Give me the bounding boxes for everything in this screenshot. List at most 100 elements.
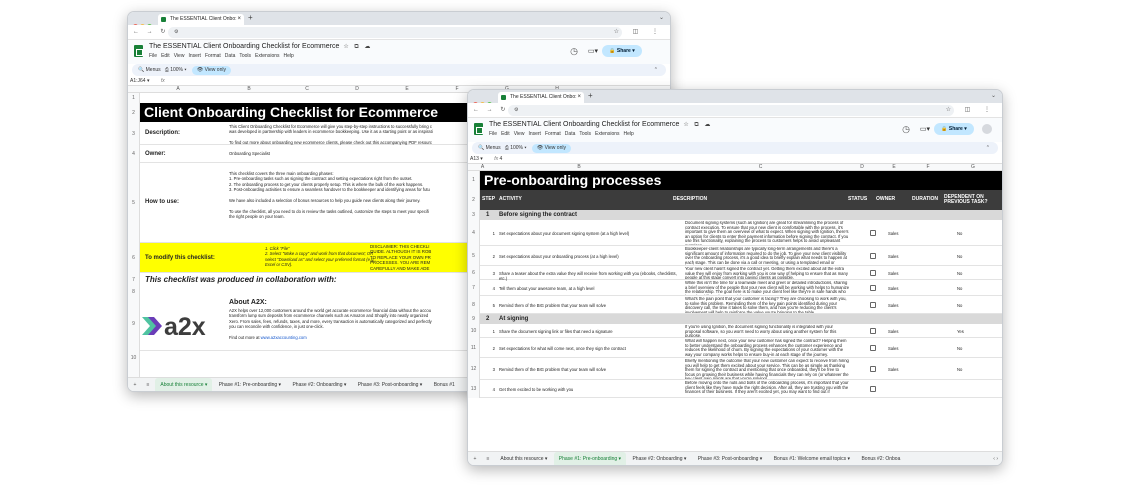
table-row[interactable]: 1 Set expectations about your document si… [480,220,1002,246]
collapse-icon[interactable]: ⌃ [654,64,658,76]
menu-item[interactable]: Edit [161,53,170,59]
sheet-tab[interactable]: Phase #3: Post-onboarding ▾ [693,452,768,465]
close-tab-icon[interactable]: × [577,92,581,103]
menu-item[interactable]: Extensions [255,53,279,59]
row-number[interactable]: 4 [468,220,480,246]
sheet-scroll-arrows[interactable]: ‹ › [989,452,998,465]
tab-search-icon[interactable]: ⌄ [659,14,664,21]
row-number[interactable]: 9 [128,297,140,351]
history-icon[interactable]: ◷ [902,124,910,135]
status-checkbox[interactable] [870,302,876,308]
nav-buttons[interactable]: ← → ↻ [473,106,508,113]
meet-icon[interactable]: ▭▾ [920,125,930,133]
table-row[interactable]: 4 Tell them about your awesome team, at a… [480,280,1002,296]
browser-tab[interactable]: The ESSENTIAL Client Onbo: × [158,14,244,25]
url-field[interactable]: ⚙ [508,105,954,116]
row-number[interactable]: 4 [128,145,140,163]
row-number[interactable]: 11 [468,338,480,358]
sheet-tab[interactable]: Phase #3: Post-onboarding ▾ [353,378,428,391]
row-number[interactable]: 5 [468,246,480,266]
menu-item[interactable]: Insert [528,131,541,137]
sheets-logo-icon[interactable] [474,123,483,135]
table-row[interactable]: 2 Set expectations for what will come nex… [480,338,1002,358]
all-sheets-icon[interactable]: ≡ [142,378,154,391]
history-icon[interactable]: ◷ [570,46,578,57]
sheets-logo-icon[interactable] [134,45,143,57]
menu-item[interactable]: Tools [579,131,591,137]
sheet-tab[interactable]: Phase #2: Onboarding ▾ [287,378,351,391]
row-number[interactable]: 1 [468,171,480,190]
row-number[interactable]: 8 [468,296,480,314]
menu-item[interactable]: File [489,131,497,137]
nav-buttons[interactable]: ← → ↻ [133,28,168,35]
browser-actions[interactable]: ☆ ◫ ⋮ [946,106,996,113]
col-header[interactable]: E [876,164,912,171]
col-header[interactable]: F [912,164,944,171]
col-header[interactable]: C [673,164,848,171]
star-move-cloud-icons[interactable]: ☆ ⧉ ☁ [683,122,712,128]
sheet-tab[interactable]: Bonus #1 [429,378,460,391]
tab-search-icon[interactable]: ⌄ [991,92,996,99]
col-header[interactable]: D [332,86,382,93]
search-menus-icon[interactable]: 🔍 [478,145,484,151]
sheet-tab[interactable]: About this resource ▾ [495,452,552,465]
row-number[interactable]: 3 [468,210,480,220]
name-box[interactable]: A1:J64 [130,78,146,84]
col-header[interactable]: A [140,86,216,93]
share-button[interactable]: 🔒 Share ▾ [934,123,974,135]
add-sheet-icon[interactable]: + [128,378,142,391]
col-header[interactable]: C [282,86,332,93]
status-checkbox[interactable] [870,328,876,334]
new-tab-button[interactable]: + [248,13,253,22]
row-number[interactable]: 9 [468,314,480,324]
close-tab-icon[interactable]: × [237,14,241,25]
col-header[interactable]: B [216,86,282,93]
section-row[interactable]: 2 At signing [480,314,1002,324]
avatar[interactable] [982,124,992,134]
menu-item[interactable]: Data [565,131,576,137]
row-number[interactable]: 12 [468,358,480,380]
menu-item[interactable]: Data [225,53,236,59]
add-sheet-icon[interactable]: + [468,452,482,465]
row-number[interactable]: 3 [128,123,140,145]
search-menus-icon[interactable]: 🔍 [138,67,144,73]
menu-item[interactable]: Help [624,131,634,137]
row-number[interactable]: 7 [128,273,140,287]
new-tab-button[interactable]: + [588,91,593,100]
row-number[interactable]: 6 [468,266,480,280]
search-menus[interactable]: Menus [486,145,501,151]
meet-icon[interactable]: ▭▾ [588,47,598,55]
sheet-tab[interactable]: Bonus #1: Welcome email topics ▾ [769,452,855,465]
menu-item[interactable]: Format [205,53,221,59]
sheet-grid[interactable]: A B C D E F G 1 2 3 Pre-onboarding proce… [468,164,1002,458]
menu-item[interactable]: View [514,131,525,137]
view-only-button[interactable]: 👁 View only [191,66,231,75]
view-only-button[interactable]: 👁 View only [531,144,571,153]
row-number[interactable]: 7 [468,280,480,296]
menu-item[interactable]: Insert [188,53,201,59]
sheet-tab[interactable]: Bonus #2: Onboa [856,452,905,465]
row-number[interactable]: 10 [468,324,480,338]
menu-item[interactable]: View [174,53,185,59]
menu-item[interactable]: Help [284,53,294,59]
all-sheets-icon[interactable]: ≡ [482,452,494,465]
name-box[interactable]: A13 [470,156,479,162]
menu-item[interactable]: Edit [501,131,510,137]
menu-item[interactable]: Format [545,131,561,137]
menu-item[interactable]: Tools [239,53,251,59]
print-icon[interactable]: ⎙ [505,145,509,151]
zoom-select[interactable]: 100% ▾ [510,145,526,151]
search-menus[interactable]: Menus [146,67,161,73]
browser-tab[interactable]: The ESSENTIAL Client Onbo: × [498,92,584,103]
sheet-tab[interactable]: Phase #1: Pre-onboarding ▾ [553,452,627,465]
row-number[interactable]: 6 [128,243,140,273]
browser-actions[interactable]: ☆ ◫ ⋮ [614,28,664,35]
table-row[interactable]: 2 Set expectations about your onboarding … [480,246,1002,266]
table-row[interactable]: 1 Share the document signing link or file… [480,324,1002,338]
status-checkbox[interactable] [870,285,876,291]
status-checkbox[interactable] [870,253,876,259]
collapse-icon[interactable]: ⌃ [986,142,990,154]
share-button[interactable]: 🔒 Share ▾ [602,45,642,57]
url-field[interactable]: ⚙ [168,27,622,38]
table-row[interactable]: 5 Remind them of the BIG problem that you… [480,296,1002,314]
